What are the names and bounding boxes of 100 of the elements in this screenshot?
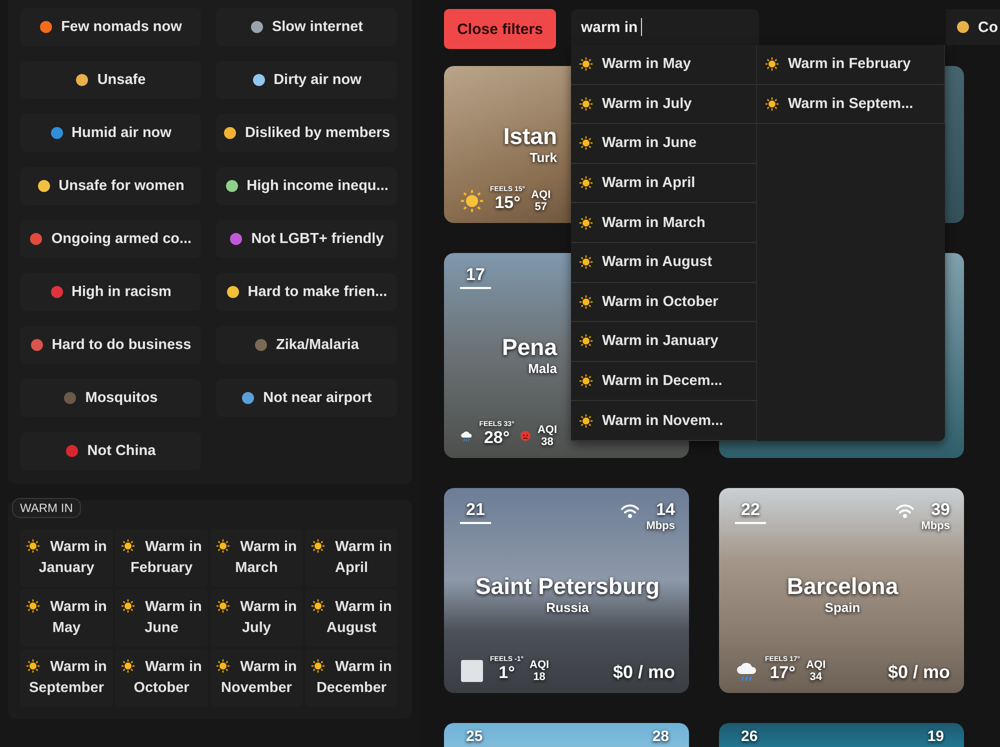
filter-chip[interactable]: Not near airport — [216, 379, 397, 417]
suggestion-item[interactable]: Warm in March — [571, 203, 757, 243]
sun-icon — [579, 374, 593, 388]
suggestion-item[interactable]: Warm in February — [757, 45, 945, 85]
circle-icon — [250, 20, 264, 34]
aqi-label: AQI — [530, 659, 550, 671]
filter-chip[interactable]: Not China — [20, 432, 201, 470]
circle-icon — [65, 444, 80, 458]
circle-icon — [229, 232, 244, 246]
sun-icon — [26, 599, 40, 613]
circle-icon — [36, 179, 51, 193]
internet-speed: 14 — [656, 500, 675, 520]
suggestion-item[interactable]: Warm in July — [571, 84, 757, 124]
sun-icon — [765, 96, 779, 111]
circle-icon — [224, 179, 239, 193]
rank-number: 17 — [460, 265, 491, 289]
aqi-label: AQI — [806, 659, 826, 671]
suggestion-item[interactable]: Warm in Septem... — [757, 84, 945, 124]
circle-icon — [50, 126, 64, 140]
country-name: Turk — [530, 150, 557, 165]
aqi-value: 34 — [810, 671, 822, 683]
aqi-value: 57 — [534, 201, 547, 213]
suggestion-item[interactable]: Warm in April — [571, 164, 757, 204]
sun-icon — [579, 414, 593, 428]
filter-chip[interactable]: Ongoing armed co... — [20, 220, 201, 258]
rank-number: 25 — [466, 728, 483, 745]
sun-icon — [579, 216, 593, 230]
sun-icon — [579, 57, 593, 72]
circle-icon — [254, 338, 268, 352]
sun-icon — [579, 136, 593, 150]
filter-chip[interactable]: Unsafe for women — [20, 167, 201, 205]
filter-chip[interactable]: Disliked by members — [216, 114, 397, 152]
temperature: 28° — [484, 428, 510, 448]
circle-icon — [29, 232, 44, 246]
filter-chip[interactable]: Few nomads now — [20, 8, 201, 46]
filter-chip[interactable]: Mosquitos — [20, 379, 201, 417]
sun-icon — [121, 659, 136, 673]
sun-icon — [121, 599, 136, 613]
circle-icon — [39, 20, 54, 34]
internet-speed: 19 — [927, 728, 944, 745]
circle-icon — [50, 285, 64, 299]
city-name: Barcelona — [786, 573, 898, 600]
aqi-label: AQI — [531, 189, 551, 201]
filter-chip[interactable]: High income inequ... — [216, 167, 397, 205]
temperature: 1° — [498, 663, 515, 683]
filter-chip[interactable]: Dirty air now — [216, 61, 397, 99]
filter-chip[interactable]: Humid air now — [20, 114, 201, 152]
price: $0 / mo — [612, 662, 675, 683]
sun-icon — [579, 334, 593, 348]
section-label: WARM IN — [12, 498, 81, 518]
temperature: 15° — [494, 193, 520, 213]
sun-icon — [216, 539, 230, 553]
suggestion-item[interactable]: Warm in August — [571, 242, 757, 283]
country-name: Spain — [824, 600, 860, 615]
price: $0 / mo — [888, 662, 950, 683]
close-filters-button[interactable]: Close filters — [444, 9, 556, 49]
temperature: 17° — [770, 663, 796, 683]
country-name: Russia — [546, 600, 589, 615]
circle-icon — [222, 126, 237, 140]
filter-chip[interactable]: Zika/Malaria — [216, 326, 397, 364]
internet-speed: 39 — [931, 500, 950, 520]
wifi-icon — [895, 503, 916, 519]
sun-icon — [579, 255, 593, 270]
sun-icon — [121, 539, 136, 553]
suggestion-item[interactable]: Warm in Novem... — [571, 401, 757, 441]
filter-chip[interactable]: Hard to do business — [20, 326, 201, 364]
sun-icon — [216, 659, 230, 673]
aqi-label: AQI — [537, 424, 557, 436]
filter-chip[interactable]: Slow internet — [216, 8, 397, 46]
sun-icon — [216, 599, 230, 613]
filter-chip[interactable]: Unsafe — [20, 61, 201, 99]
sun-icon — [26, 539, 40, 553]
sun-icon — [579, 96, 593, 111]
suggestion-item[interactable]: Warm in May — [571, 45, 757, 85]
suggestion-item[interactable]: Warm in January — [571, 322, 757, 362]
suggestion-item[interactable]: Warm in October — [571, 282, 757, 322]
filter-chip[interactable]: Not LGBT+ friendly — [216, 220, 397, 258]
city-name: Saint Petersburg — [475, 573, 660, 600]
sun-icon — [26, 659, 40, 673]
aqi-value: 38 — [541, 436, 554, 448]
speed-unit: Mbps — [646, 520, 675, 532]
search-field[interactable]: warm in — [571, 9, 759, 45]
sun-icon — [311, 659, 326, 673]
rank-number: 21 — [460, 500, 491, 524]
city-card[interactable]: 26 19 — [719, 723, 964, 747]
sun-icon — [460, 189, 484, 213]
circle-icon — [63, 391, 78, 405]
filter-chip[interactable]: High in racism — [20, 273, 201, 311]
suggestion-item[interactable]: Warm in Decem... — [571, 362, 757, 402]
sun-icon — [311, 599, 326, 613]
internet-speed: 28 — [652, 728, 669, 745]
filter-chip[interactable]: Hard to make frien... — [216, 273, 397, 311]
wifi-icon — [620, 503, 640, 519]
suggestion-item[interactable]: Warm in June — [571, 124, 757, 164]
city-name: Pena — [502, 334, 557, 361]
city-name: Istan — [503, 123, 557, 150]
filter-button[interactable]: Co — [946, 9, 1000, 45]
sun-icon — [579, 294, 593, 309]
rank-number: 22 — [735, 500, 766, 524]
circle-icon — [241, 391, 256, 405]
